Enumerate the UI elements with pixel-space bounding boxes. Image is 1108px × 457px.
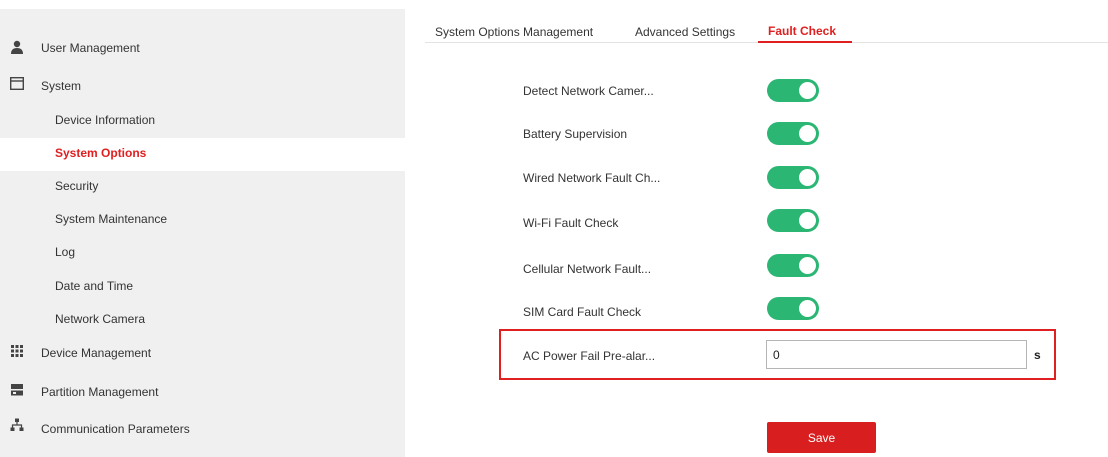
setting-label: Battery Supervision: [523, 127, 628, 141]
battery-supervision-toggle[interactable]: [767, 122, 819, 145]
toggle-knob: [799, 169, 816, 186]
sidebar-item-date-and-time[interactable]: Date and Time: [0, 271, 405, 304]
cellular-network-fault-toggle[interactable]: [767, 254, 819, 277]
sidebar-item-system[interactable]: System: [0, 69, 405, 102]
sidebar-item-label: Log: [55, 245, 76, 259]
sidebar-item-label: System Options: [55, 146, 147, 160]
sidebar-item-label: Partition Management: [41, 385, 159, 399]
wifi-fault-check-toggle[interactable]: [767, 209, 819, 232]
sidebar-item-label: Security: [55, 179, 99, 193]
detect-network-camera-toggle[interactable]: [767, 79, 819, 102]
toggle-knob: [799, 300, 816, 317]
sidebar-item-system-maintenance[interactable]: System Maintenance: [0, 204, 405, 237]
toggle-knob: [799, 82, 816, 99]
sidebar-item-label: Communication Parameters: [41, 422, 190, 436]
sidebar-item-user-management[interactable]: User Management: [0, 31, 405, 64]
user-icon: [10, 40, 24, 54]
network-icon: [10, 418, 24, 432]
sidebar-item-device-information[interactable]: Device Information: [0, 105, 405, 138]
sidebar-item-label: Device Management: [41, 346, 152, 360]
sim-card-fault-check-toggle[interactable]: [767, 297, 819, 320]
tab-bar: System Options Management Advanced Setti…: [435, 16, 1108, 44]
sidebar-item-network-camera[interactable]: Network Camera: [0, 304, 405, 337]
sidebar-item-label: Date and Time: [55, 279, 134, 293]
setting-label: SIM Card Fault Check: [523, 305, 642, 319]
sidebar-item-label: User Management: [41, 41, 140, 55]
setting-label: Cellular Network Fault...: [523, 262, 652, 276]
sidebar-item-label: Network Camera: [55, 312, 146, 326]
toggle-knob: [799, 212, 816, 229]
setting-label: Detect Network Camer...: [523, 84, 654, 98]
partition-icon: [10, 383, 24, 397]
tab-system-options-management[interactable]: System Options Management: [435, 25, 593, 39]
tab-fault-check[interactable]: Fault Check: [768, 24, 836, 38]
grid-icon: [10, 344, 24, 358]
window-icon: [9, 76, 25, 91]
setting-label: Wired Network Fault Ch...: [523, 171, 661, 185]
sidebar-item-partition-management[interactable]: Partition Management: [0, 375, 405, 408]
sidebar-item-system-options[interactable]: System Options: [0, 138, 405, 171]
toggle-knob: [799, 125, 816, 142]
wired-network-fault-check-toggle[interactable]: [767, 166, 819, 189]
sidebar-item-security[interactable]: Security: [0, 171, 405, 204]
setting-label: Wi-Fi Fault Check: [523, 216, 619, 230]
ac-power-unit: s: [1034, 348, 1041, 362]
sidebar-item-label: Device Information: [55, 113, 156, 127]
sidebar: User Management System Device Informatio…: [0, 9, 405, 457]
sidebar-item-label: System Maintenance: [55, 212, 168, 226]
ac-power-fail-label: AC Power Fail Pre-alar...: [523, 349, 656, 363]
sidebar-item-device-management[interactable]: Device Management: [0, 336, 405, 369]
sidebar-item-communication-parameters[interactable]: Communication Parameters: [0, 412, 405, 445]
tab-advanced-settings[interactable]: Advanced Settings: [635, 25, 735, 39]
save-button[interactable]: Save: [767, 422, 876, 453]
ac-power-fail-input[interactable]: [766, 340, 1027, 369]
toggle-knob: [799, 257, 816, 274]
sidebar-item-label: System: [41, 79, 82, 93]
active-tab-indicator: [758, 41, 852, 43]
sidebar-item-log[interactable]: Log: [0, 237, 405, 270]
